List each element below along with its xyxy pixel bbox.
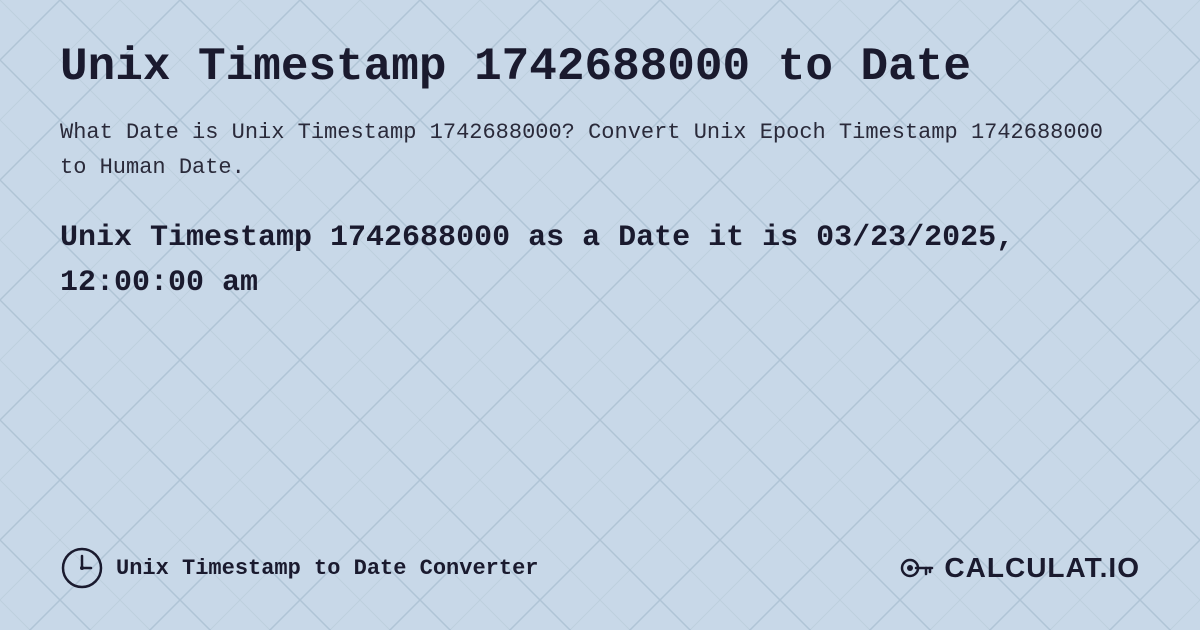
logo-icon xyxy=(896,548,936,588)
footer-link-text: Unix Timestamp to Date Converter xyxy=(116,556,538,581)
logo-text: CALCULAT.IO xyxy=(944,552,1140,584)
logo[interactable]: CALCULAT.IO xyxy=(896,548,1140,588)
clock-icon xyxy=(60,546,104,590)
result-text: Unix Timestamp 1742688000 as a Date it i… xyxy=(60,216,1140,306)
page-title: Unix Timestamp 1742688000 to Date xyxy=(60,40,1140,95)
footer-link[interactable]: Unix Timestamp to Date Converter xyxy=(60,546,538,590)
page-description: What Date is Unix Timestamp 1742688000? … xyxy=(60,115,1140,185)
